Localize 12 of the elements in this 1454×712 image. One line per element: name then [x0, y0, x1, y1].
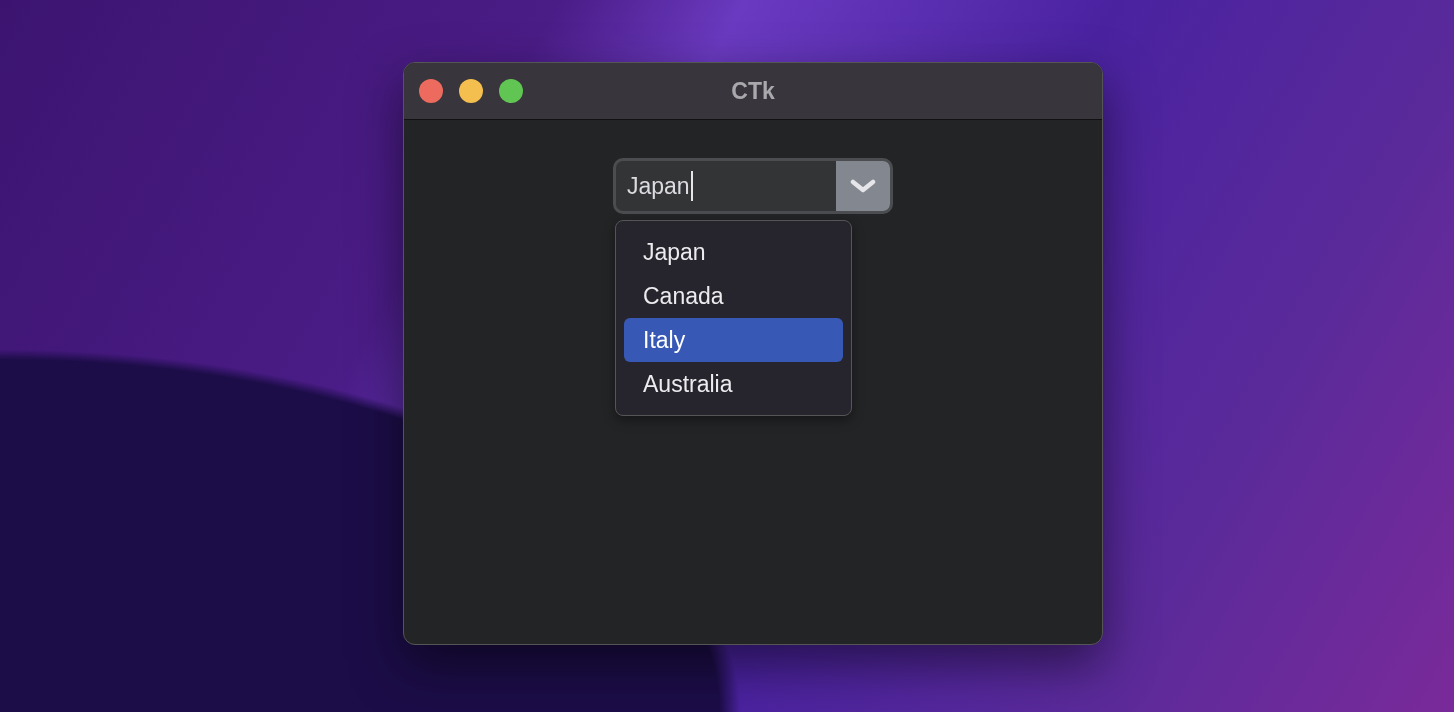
menu-item[interactable]: Italy: [624, 318, 843, 362]
menu-item[interactable]: Japan: [624, 230, 843, 274]
window-title: CTk: [731, 77, 775, 105]
menu-item[interactable]: Australia: [624, 362, 843, 406]
chevron-down-icon: [850, 178, 876, 194]
minimize-button[interactable]: [459, 79, 483, 103]
text-field[interactable]: Japan: [616, 161, 836, 211]
close-button[interactable]: [419, 79, 443, 103]
dropdown-button[interactable]: [836, 161, 890, 211]
menu-item[interactable]: Canada: [624, 274, 843, 318]
zoom-button[interactable]: [499, 79, 523, 103]
combobox[interactable]: Japan: [613, 158, 893, 214]
